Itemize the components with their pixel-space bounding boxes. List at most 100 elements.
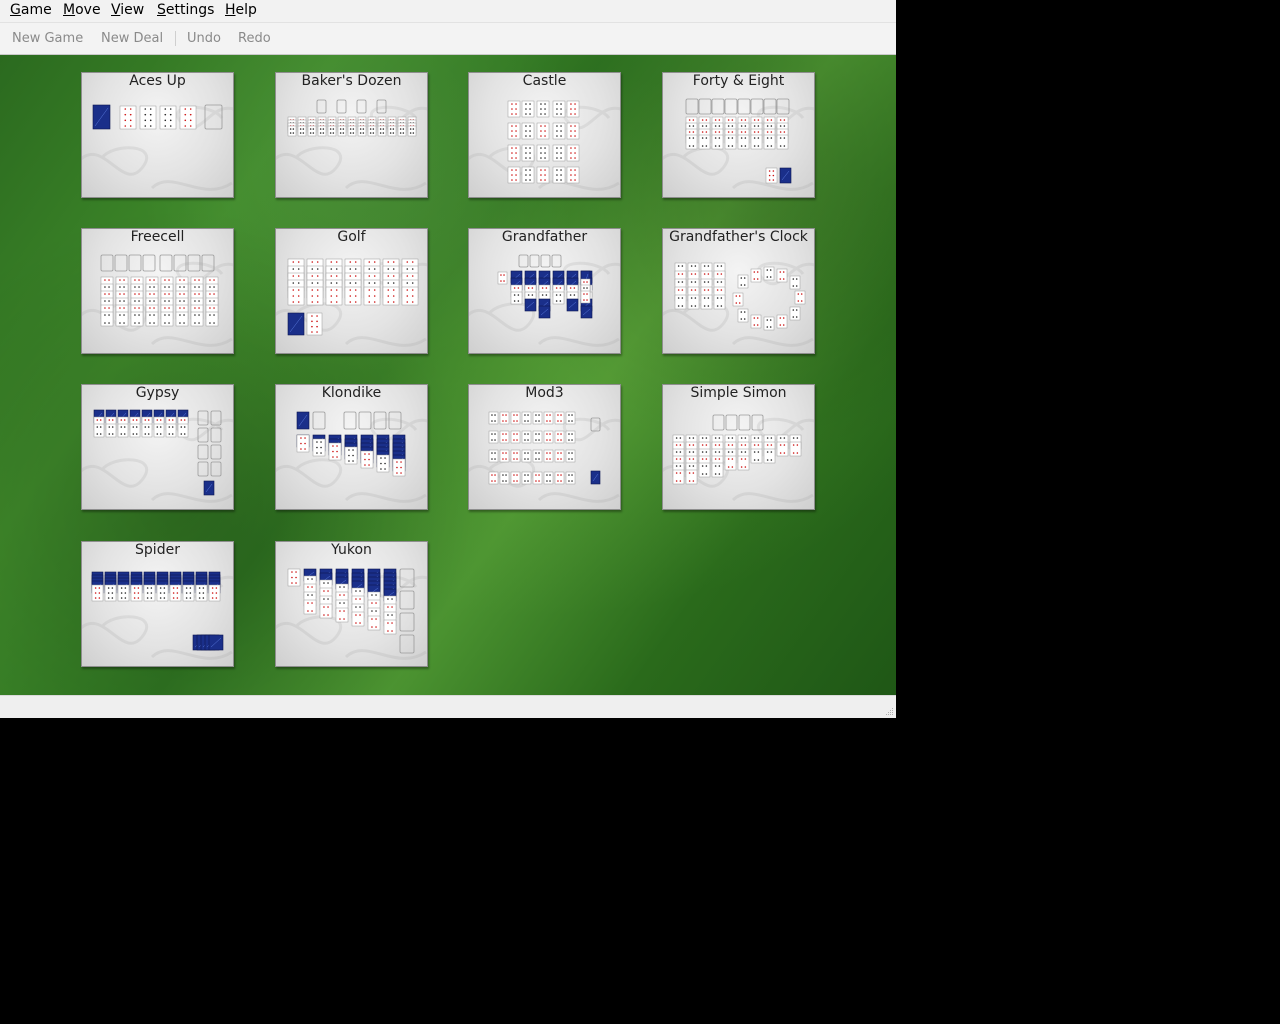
card-face [750,448,763,464]
card-face [565,430,576,444]
card-face [737,308,749,323]
card-face [499,411,510,425]
card-face [713,294,726,310]
card-face [407,125,417,137]
card-face [552,144,566,162]
card-face [510,430,521,444]
menu-game[interactable]: Game [10,2,52,19]
game-preview-spider [82,571,233,660]
card-face [325,286,343,306]
new-deal-button[interactable]: New Deal [101,31,163,47]
application-window: Game Move View Settings Help New Game Ne… [0,0,896,718]
card-slot [399,634,415,654]
card-face [552,100,566,118]
card-slot [711,98,725,115]
card-slot [159,254,173,272]
card-slot [128,254,142,272]
card-face [328,442,342,461]
card-face [169,584,182,602]
card-slot [737,98,751,115]
game-tile-title: Simple Simon [690,385,787,401]
card-face [536,100,550,118]
game-tile-forty-eight[interactable]: Forty & Eight [662,72,815,198]
new-game-button[interactable]: New Game [12,31,83,47]
card-face [287,286,305,306]
game-tile-yukon[interactable]: Yukon [275,541,428,667]
card-face [507,100,521,118]
game-tile-grandfather[interactable]: Grandfather [468,228,621,354]
card-face [565,449,576,463]
menu-move[interactable]: Move [63,2,101,19]
card-face [91,584,104,602]
card-face [195,584,208,602]
card-slot [358,411,372,430]
menu-view[interactable]: View [111,2,144,19]
card-face [521,100,535,118]
menu-settings[interactable]: Settings [157,2,214,19]
game-tile-grandfather-s-clock[interactable]: Grandfather's Clock [662,228,815,354]
game-tile-title: Baker's Dozen [301,73,402,89]
card-face [737,274,749,289]
game-tile-aces-up[interactable]: Aces Up [81,72,234,198]
card-face [205,311,219,327]
card-face [344,286,362,306]
card-face [383,619,397,635]
card-face [685,134,698,150]
card-face [179,105,197,130]
game-tile-simple-simon[interactable]: Simple Simon [662,384,815,510]
card-face [488,471,499,485]
card-face [674,294,687,310]
card-face [344,446,358,465]
card-face [175,311,189,327]
redo-button[interactable]: Redo [238,31,271,47]
game-tile-klondike[interactable]: Klondike [275,384,428,510]
undo-button[interactable]: Undo [187,31,221,47]
card-face [499,430,510,444]
card-face [543,411,554,425]
card-face [156,584,169,602]
card-face [208,584,221,602]
game-tile-gypsy[interactable]: Gypsy [81,384,234,510]
card-face [303,599,317,615]
card-face [554,449,565,463]
game-tile-golf[interactable]: Golf [275,228,428,354]
card-face [507,166,521,184]
resize-grip-icon[interactable] [884,706,894,716]
game-chooser-area: Aces Up Baker's Dozen Castle Forty & Eight F… [0,55,896,695]
card-face [307,125,317,137]
game-tile-title: Gypsy [135,385,180,401]
card-face [510,471,521,485]
game-tile-baker-s-dozen[interactable]: Baker's Dozen [275,72,428,198]
card-face [566,122,580,140]
game-tile-castle[interactable]: Castle [468,72,621,198]
card-slot [356,99,367,114]
card-face [117,423,129,438]
game-tile-mod3[interactable]: Mod3 [468,384,621,510]
game-preview-castle [469,100,620,191]
card-face [565,411,576,425]
game-tile-title: Castle [522,73,567,89]
card-face [499,449,510,463]
card-slot [197,444,209,460]
card-face [543,430,554,444]
card-slot [100,254,114,272]
card-face [160,311,174,327]
card-face [536,122,550,140]
card-face [698,462,711,478]
card-face [565,471,576,485]
card-slot [197,461,209,477]
menu-help[interactable]: Help [225,2,257,19]
card-face [510,449,521,463]
card-face [566,100,580,118]
card-face [687,294,700,310]
card-face [159,105,177,130]
card-face [685,469,698,485]
card-face [776,134,789,150]
card-face [130,584,143,602]
game-tile-freecell[interactable]: Freecell [81,228,234,354]
card-face [536,144,550,162]
game-tile-spider[interactable]: Spider [81,541,234,667]
card-slot [210,427,222,443]
card-face [93,423,105,438]
card-face [521,430,532,444]
